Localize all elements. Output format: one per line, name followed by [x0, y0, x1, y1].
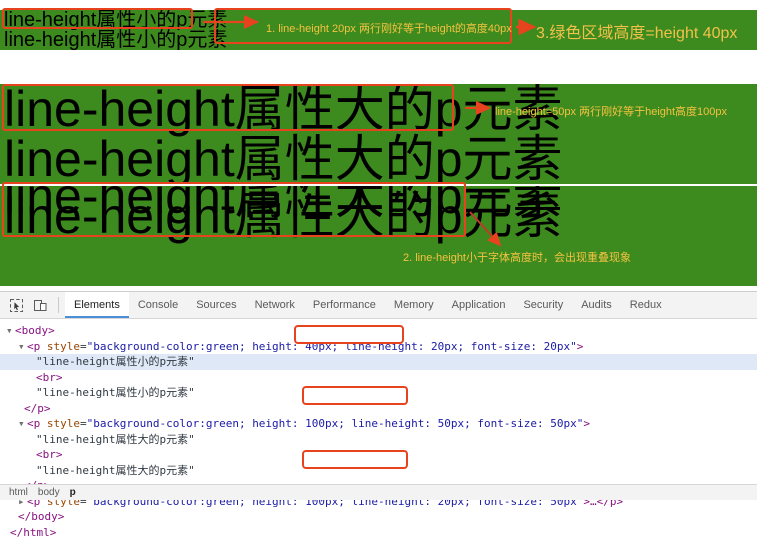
dom-row-text-2[interactable]: "line-height属性小的p元素"	[0, 385, 757, 401]
tab-sources[interactable]: Sources	[187, 292, 245, 318]
annotation-note-4: line-height=50px 两行刚好等于height高度100px	[495, 103, 727, 119]
paragraph-line-height-overlap: line-height属性大的p元素 line-height属性大的p元素	[0, 186, 757, 286]
twisty-icon[interactable]: ▾	[18, 339, 27, 355]
breadcrumb-item-p[interactable]: p	[65, 487, 81, 498]
tab-security[interactable]: Security	[514, 292, 572, 318]
dom-row-br-2[interactable]: <br>	[0, 447, 757, 463]
device-toolbar-icon[interactable]	[28, 294, 52, 316]
twisty-icon[interactable]: ▾	[6, 323, 15, 339]
devtools-toolbar: Elements Console Sources Network Perform…	[0, 292, 757, 319]
inspect-element-icon[interactable]	[4, 294, 28, 316]
dom-row-p1-open[interactable]: ▾<p style="background-color:green; heigh…	[0, 339, 757, 355]
band-big-line2: line-height属性大的p元素	[0, 134, 757, 184]
dom-row-text-4[interactable]: "line-height属性大的p元素"	[0, 463, 757, 479]
tab-audits[interactable]: Audits	[572, 292, 621, 318]
paragraph-line-height-big: line-height属性大的p元素 line-height属性大的p元素	[0, 84, 757, 184]
breadcrumb-item-body[interactable]: body	[33, 487, 65, 498]
dom-row-html-close[interactable]: </html>	[0, 525, 757, 540]
dom-row-text-1[interactable]: "line-height属性小的p元素"	[0, 354, 757, 370]
annotation-note-3: 3.绿色区域高度=height 40px	[536, 19, 737, 43]
annotation-note-1: 1. line-height 20px 两行刚好等于height的高度40px	[266, 20, 512, 36]
tab-console[interactable]: Console	[129, 292, 187, 318]
tab-network[interactable]: Network	[246, 292, 304, 318]
dom-row-body-open[interactable]: ▾<body>	[0, 323, 757, 339]
tab-memory[interactable]: Memory	[385, 292, 443, 318]
dom-row-text-3[interactable]: "line-height属性大的p元素"	[0, 432, 757, 448]
dom-tree[interactable]: ▾<body> ▾<p style="background-color:gree…	[0, 319, 757, 540]
breadcrumb-item-html[interactable]: html	[4, 487, 33, 498]
band-overlap-line2: line-height属性大的p元素	[0, 206, 757, 226]
tab-application[interactable]: Application	[443, 292, 515, 318]
dom-row-p2-open[interactable]: ▾<p style="background-color:green; heigh…	[0, 416, 757, 432]
dom-breadcrumb: html body p	[0, 484, 757, 500]
tab-elements[interactable]: Elements	[65, 292, 129, 318]
dom-row-body-close[interactable]: </body>	[0, 509, 757, 525]
annotation-note-2: 2. line-height小于字体高度时，会出现重叠现象	[403, 249, 631, 265]
twisty-icon[interactable]: ▾	[18, 416, 27, 432]
dom-row-p1-close[interactable]: </p>	[0, 401, 757, 417]
tab-redux[interactable]: Redux	[621, 292, 671, 318]
dom-row-br-1[interactable]: <br>	[0, 370, 757, 386]
rendered-page-area: line-height属性小的p元素 line-height属性小的p元素 li…	[0, 0, 757, 291]
tab-performance[interactable]: Performance	[304, 292, 385, 318]
toolbar-divider	[58, 297, 59, 313]
devtools-panel: Elements Console Sources Network Perform…	[0, 291, 757, 500]
devtools-tab-bar: Elements Console Sources Network Perform…	[65, 292, 671, 318]
